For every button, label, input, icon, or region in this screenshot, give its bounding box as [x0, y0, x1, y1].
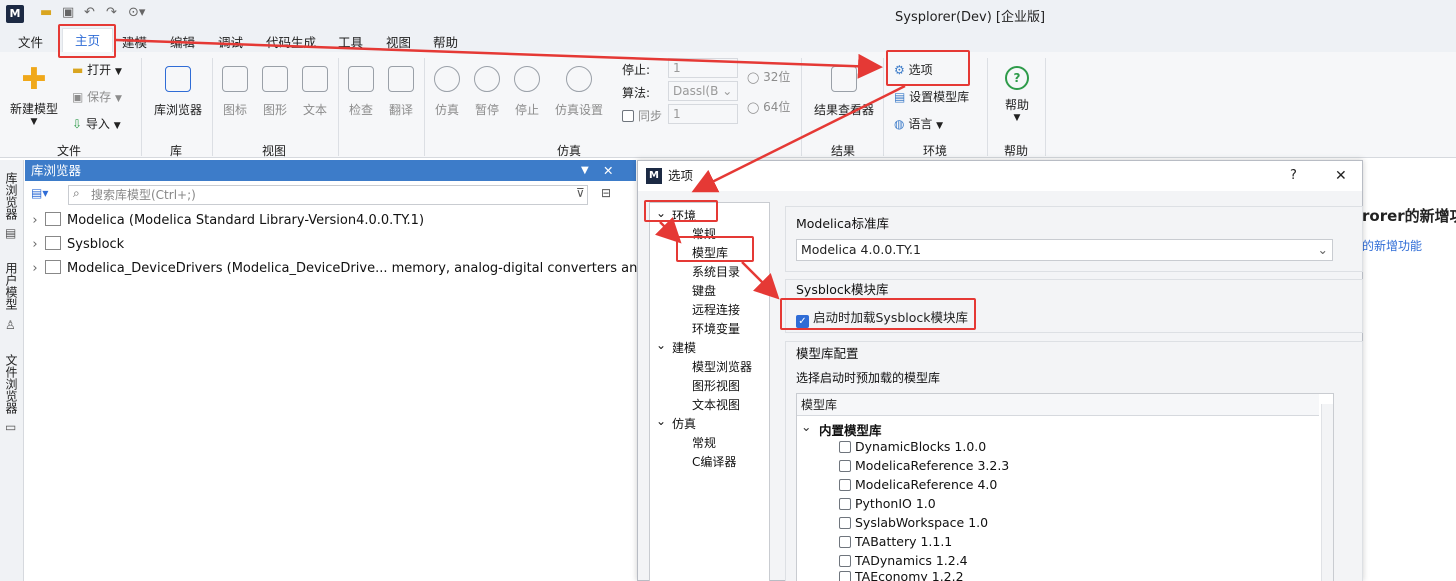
- arrow-home-to-options: [115, 38, 883, 79]
- annotation-arrows: [115, 38, 906, 300]
- arrow-env-to-modellib: [655, 217, 682, 244]
- arrow-modellib-to-checkbox: [741, 261, 780, 300]
- arrow-options-to-dialog: [691, 84, 906, 193]
